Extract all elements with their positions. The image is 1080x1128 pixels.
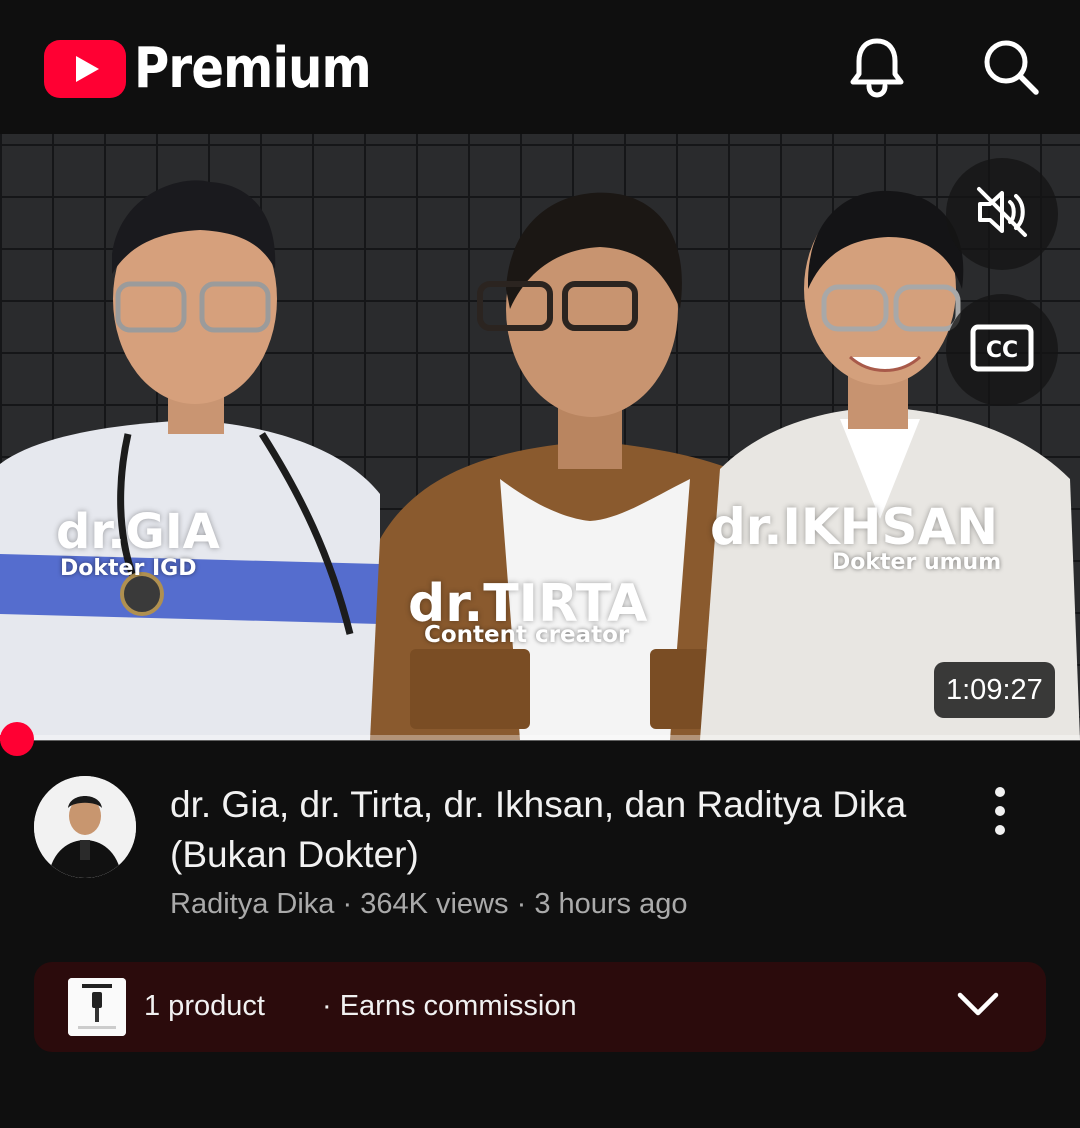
- shopping-products-bar[interactable]: 1 product · Earns commission: [34, 962, 1046, 1052]
- thumbnail-name-gia: dr.GIA: [56, 504, 220, 560]
- commission-label: · Earns commission: [322, 990, 577, 1022]
- product-thumbnail: [68, 978, 126, 1036]
- metadata-separator: ·: [516, 888, 527, 920]
- more-vertical-icon-dot: [995, 787, 1005, 797]
- mute-toggle-button[interactable]: [946, 158, 1058, 270]
- thumbnail-role-ikhsan: Dokter umum: [832, 550, 1002, 575]
- video-duration: 1:09:27: [934, 662, 1055, 718]
- upload-time: 3 hours ago: [534, 888, 688, 920]
- thumbnail-role-tirta: Content creator: [424, 622, 630, 648]
- metadata-separator: ·: [342, 888, 353, 920]
- thumbnail-name-ikhsan: dr.IKHSAN: [710, 498, 999, 556]
- channel-name[interactable]: Raditya Dika: [170, 888, 334, 920]
- bell-icon: [849, 36, 905, 103]
- product-count-label: 1 product: [144, 990, 265, 1022]
- svg-text:CC: CC: [986, 338, 1018, 363]
- youtube-logo-icon: [44, 40, 126, 98]
- captions-toggle-button[interactable]: CC: [946, 294, 1058, 406]
- brand-label: Premium: [134, 36, 372, 101]
- notifications-button[interactable]: [842, 34, 912, 104]
- channel-avatar[interactable]: [34, 776, 136, 878]
- more-actions-button[interactable]: [970, 776, 1030, 846]
- search-button[interactable]: [976, 34, 1046, 104]
- top-app-bar: Premium: [0, 0, 1080, 134]
- expand-products-button[interactable]: [956, 984, 1000, 1028]
- volume-muted-icon: [974, 184, 1030, 245]
- view-count: 364K views: [360, 888, 509, 920]
- thumbnail-role-gia: Dokter IGD: [60, 556, 197, 581]
- chevron-down-icon: [957, 991, 999, 1022]
- closed-captions-icon: CC: [970, 324, 1034, 377]
- video-metadata: Raditya Dika · 364K views · 3 hours ago: [170, 888, 687, 921]
- more-vertical-icon-dot: [995, 806, 1005, 816]
- thumbnail-person-left: [0, 134, 390, 740]
- video-scrubber-handle[interactable]: [0, 722, 34, 756]
- youtube-premium-logo[interactable]: Premium: [44, 40, 409, 98]
- video-title[interactable]: dr. Gia, dr. Tirta, dr. Ikhsan, dan Radi…: [170, 780, 930, 880]
- search-icon: [981, 37, 1041, 102]
- youtube-app: Premium dr.GIA Dokter IGD dr.TIRTA Conte…: [0, 0, 1080, 1128]
- more-vertical-icon-dot: [995, 825, 1005, 835]
- video-player[interactable]: dr.GIA Dokter IGD dr.TIRTA Content creat…: [0, 134, 1080, 740]
- video-progress-bar[interactable]: [0, 735, 1080, 741]
